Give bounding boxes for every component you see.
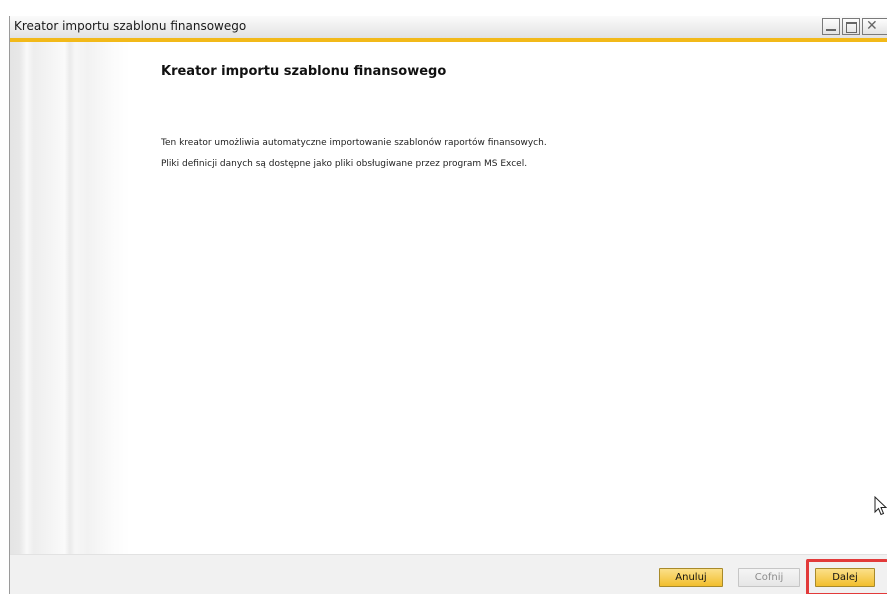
next-button[interactable]: Dalej: [815, 568, 875, 587]
wizard-window: Kreator importu szablonu finansowego ✕ K…: [9, 16, 887, 594]
cancel-button[interactable]: Anuluj: [659, 568, 723, 587]
close-icon: ✕: [866, 18, 878, 34]
maximize-button[interactable]: [842, 18, 860, 35]
wizard-side-panel: [10, 42, 130, 554]
description-line: Pliki definicji danych są dostępne jako …: [161, 159, 528, 169]
wizard-content: Kreator importu szablonu finansowego Ten…: [130, 42, 887, 554]
close-button[interactable]: ✕: [862, 18, 887, 35]
mouse-pointer-icon: [874, 496, 887, 516]
minimize-button[interactable]: [822, 18, 840, 35]
description-line: Ten kreator umożliwia automatyczne impor…: [161, 138, 547, 148]
wizard-heading: Kreator importu szablonu finansowego: [161, 64, 447, 79]
window-title: Kreator importu szablonu finansowego: [14, 19, 247, 33]
wizard-footer: Anuluj Cofnij Dalej: [10, 554, 887, 594]
title-bar[interactable]: Kreator importu szablonu finansowego ✕: [10, 16, 887, 42]
back-button[interactable]: Cofnij: [738, 568, 800, 587]
